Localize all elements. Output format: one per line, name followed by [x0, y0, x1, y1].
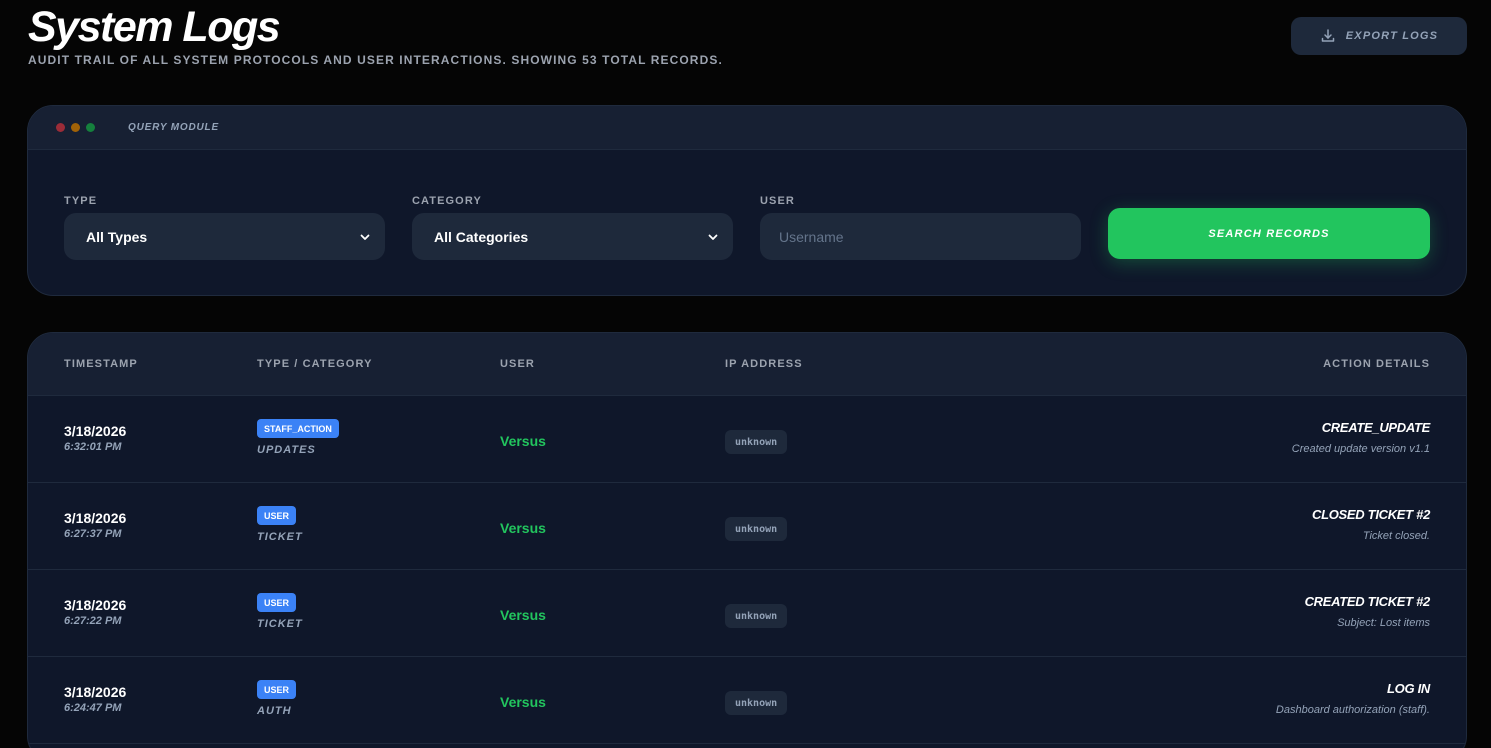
type-badge: STAFF_ACTION [257, 419, 339, 438]
row-action: LOG IN [1387, 681, 1430, 696]
row-action: CREATE_UPDATE [1321, 420, 1431, 435]
table-row[interactable]: 3/18/2026 6:32:01 PM STAFF_ACTION UPDATE… [28, 396, 1466, 483]
search-records-button[interactable]: SEARCH RECORDS [1108, 208, 1430, 259]
row-date: 3/18/2026 [64, 423, 127, 439]
row-user: Versus [500, 694, 546, 710]
category-filter: CATEGORY All Categories [412, 195, 733, 260]
export-logs-button[interactable]: EXPORT LOGS [1291, 17, 1467, 55]
row-category: UPDATES [257, 444, 316, 456]
column-header-timestamp: TIMESTAMP [64, 358, 138, 370]
row-detail: Subject: Lost items [1337, 617, 1430, 629]
category-select[interactable]: All Categories [412, 213, 733, 260]
table-row[interactable]: 3/18/2026 6:27:37 PM USER TICKET Versus … [28, 483, 1466, 570]
row-time: 6:32:01 PM [64, 441, 122, 453]
type-select-value: All Types [86, 228, 148, 245]
ip-badge: unknown [725, 430, 788, 454]
category-filter-label: CATEGORY [412, 195, 482, 207]
export-logs-label: EXPORT LOGS [1345, 30, 1439, 42]
row-user: Versus [500, 520, 546, 536]
window-dot-green-icon [86, 123, 95, 132]
user-filter-label: USER [760, 195, 795, 207]
page-header: System Logs AUDIT TRAIL OF ALL SYSTEM PR… [28, 4, 723, 67]
query-module-panel: QUERY MODULE TYPE All Types CATEGORY All… [27, 105, 1467, 296]
row-detail: Ticket closed. [1362, 530, 1430, 542]
page-subtitle: AUDIT TRAIL OF ALL SYSTEM PROTOCOLS AND … [28, 53, 723, 67]
username-input[interactable]: Username [760, 213, 1081, 260]
window-dot-red-icon [56, 123, 65, 132]
column-header-action-details: ACTION DETAILS [1323, 358, 1430, 370]
logs-table: TIMESTAMP TYPE / CATEGORY USER IP ADDRES… [27, 332, 1467, 748]
row-action: CREATED TICKET #2 [1304, 594, 1431, 609]
row-detail: Created update version v1.1 [1291, 443, 1430, 455]
row-date: 3/18/2026 [64, 510, 127, 526]
row-user: Versus [500, 433, 546, 449]
table-row[interactable]: 3/18/2026 6:27:22 PM USER TICKET Versus … [28, 570, 1466, 657]
column-header-user: USER [500, 358, 535, 370]
type-badge: USER [257, 593, 297, 612]
query-module-header: QUERY MODULE [28, 106, 1466, 150]
type-filter: TYPE All Types [64, 195, 385, 260]
type-select[interactable]: All Types [64, 213, 385, 260]
row-time: 6:27:37 PM [64, 528, 122, 540]
page-title: System Logs [28, 3, 281, 51]
table-row[interactable]: 3/18/2026 6:24:47 PM USER AUTH Versus un… [28, 657, 1466, 744]
type-filter-label: TYPE [64, 195, 98, 207]
table-header: TIMESTAMP TYPE / CATEGORY USER IP ADDRES… [28, 333, 1466, 396]
column-header-ip-address: IP ADDRESS [725, 358, 803, 370]
category-select-value: All Categories [434, 228, 529, 245]
type-badge: USER [257, 506, 297, 525]
row-action: CLOSED TICKET #2 [1312, 507, 1430, 522]
ip-badge: unknown [725, 604, 788, 628]
row-date: 3/18/2026 [64, 684, 127, 700]
column-header-type-category: TYPE / CATEGORY [257, 358, 373, 370]
download-icon [1321, 29, 1335, 42]
ip-badge: unknown [725, 691, 788, 715]
row-detail: Dashboard authorization (staff). [1275, 704, 1430, 716]
ip-badge: unknown [725, 517, 788, 541]
row-category: AUTH [257, 705, 292, 717]
row-category: TICKET [257, 531, 303, 543]
row-time: 6:24:47 PM [64, 702, 122, 714]
row-user: Versus [500, 607, 546, 623]
window-dot-yellow-icon [71, 123, 80, 132]
type-badge: USER [257, 680, 297, 699]
chevron-down-icon [708, 234, 718, 240]
row-date: 3/18/2026 [64, 597, 127, 613]
user-filter: USER Username [760, 195, 1081, 260]
query-module-label: QUERY MODULE [128, 122, 219, 133]
row-category: TICKET [257, 618, 303, 630]
chevron-down-icon [360, 234, 370, 240]
row-time: 6:27:22 PM [64, 615, 122, 627]
system-logs-page: System Logs AUDIT TRAIL OF ALL SYSTEM PR… [0, 0, 1491, 748]
